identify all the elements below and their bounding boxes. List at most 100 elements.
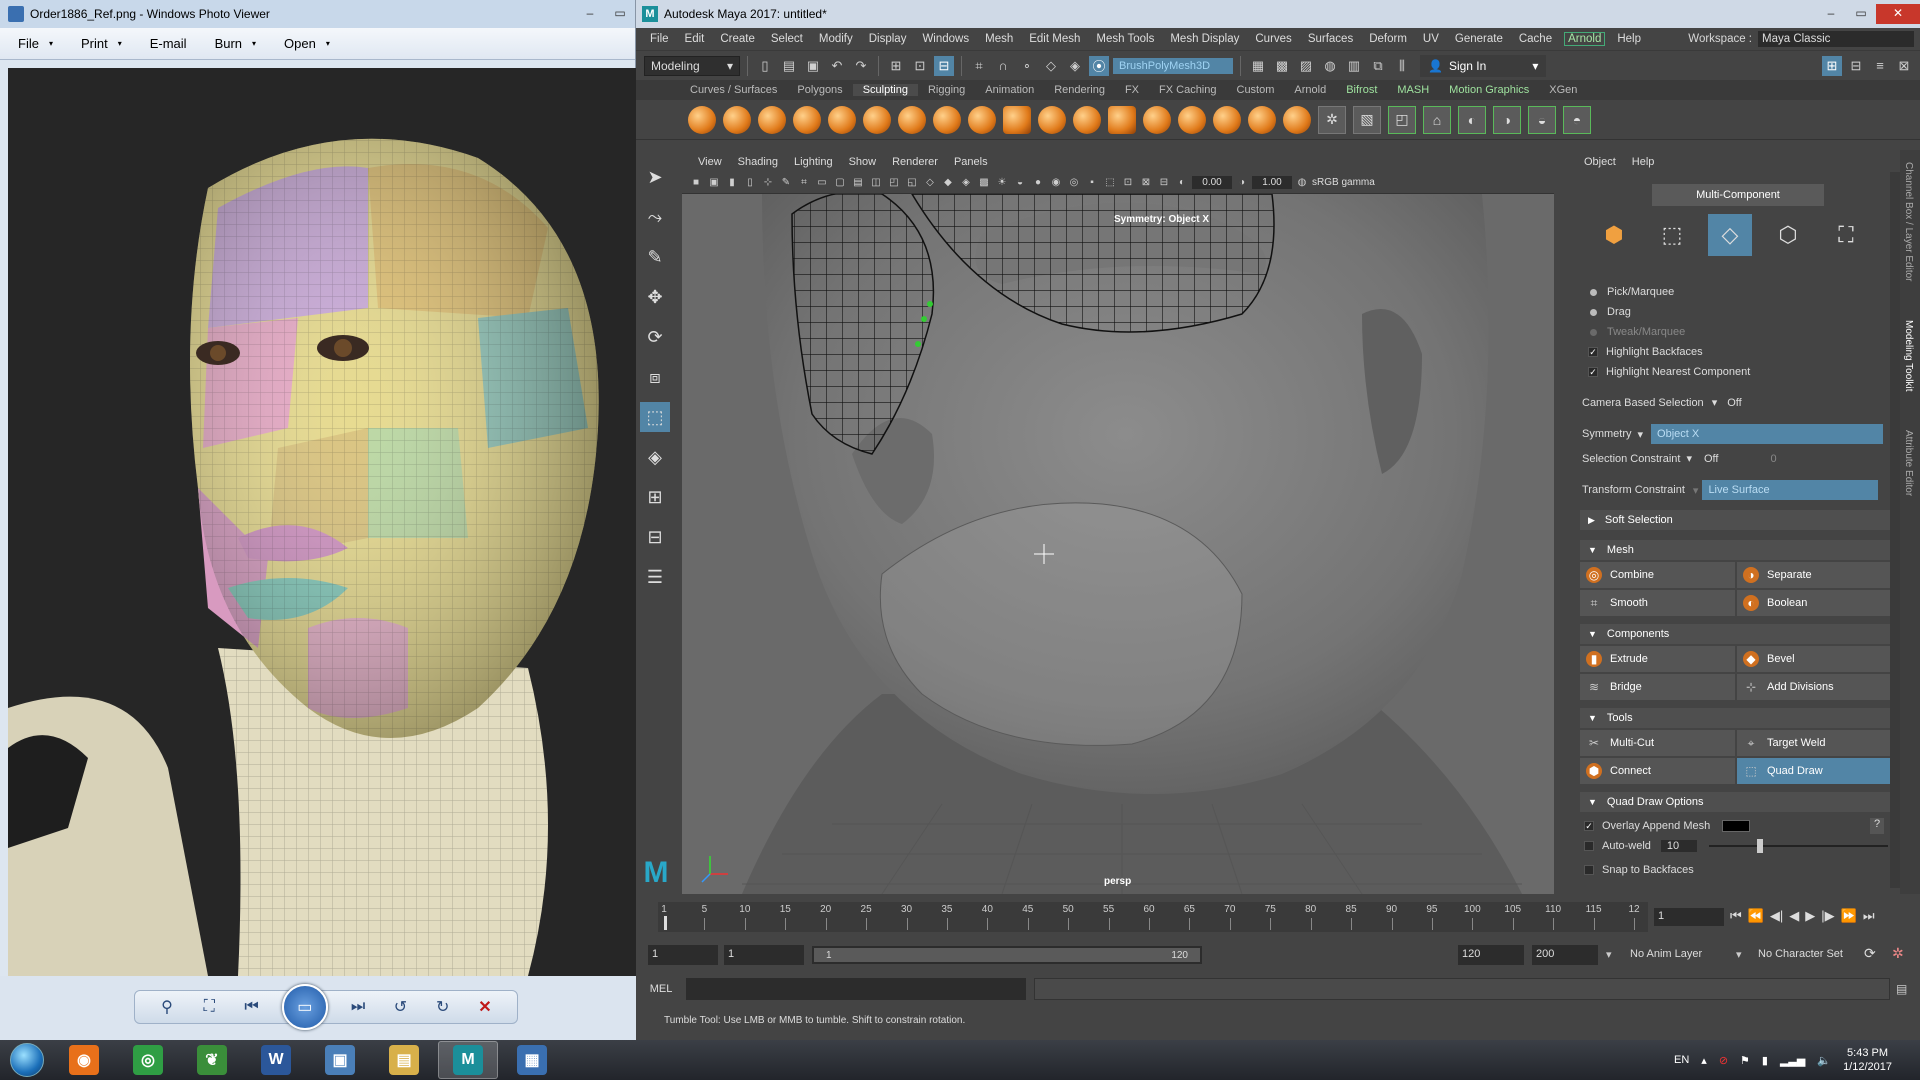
- menu-display[interactable]: Display: [861, 33, 915, 45]
- attribute-editor-tab[interactable]: Attribute Editor: [1903, 430, 1914, 496]
- volume-icon[interactable]: 🔈: [1817, 1054, 1831, 1067]
- open-scene-icon[interactable]: ▤: [779, 56, 799, 76]
- gamma-icon[interactable]: ◑: [1234, 175, 1250, 191]
- maximize-button[interactable]: ▭: [605, 4, 635, 24]
- shape-editor-icon[interactable]: ⌂: [1423, 105, 1451, 134]
- pick-marquee-option[interactable]: Pick/Marquee: [1572, 286, 1900, 298]
- taskbar-app-remote[interactable]: ▣: [310, 1041, 370, 1079]
- undo-icon[interactable]: ↶: [827, 56, 847, 76]
- pose-editor-icon[interactable]: ◐: [1458, 105, 1486, 134]
- tool-settings-toggle-icon[interactable]: ≡: [1870, 56, 1890, 76]
- imprint-tool-icon[interactable]: [1003, 105, 1031, 134]
- chevron-down-icon[interactable]: ▾: [1606, 948, 1612, 961]
- snap-curve-icon[interactable]: ∩: [993, 56, 1013, 76]
- current-time-indicator[interactable]: [664, 916, 667, 930]
- scale-tool-icon[interactable]: ⧈: [640, 362, 670, 392]
- minimize-button[interactable]: –: [575, 4, 605, 24]
- shelf-tab-fx[interactable]: FX: [1115, 84, 1149, 96]
- shelf-tab-bifrost[interactable]: Bifrost: [1336, 84, 1387, 96]
- command-input[interactable]: [686, 978, 1026, 1000]
- film-gate-icon[interactable]: ▭: [814, 175, 830, 191]
- shelf-tab-custom[interactable]: Custom: [1227, 84, 1285, 96]
- zoom-icon[interactable]: ⚲: [155, 995, 179, 1019]
- sculpt-tool-icon[interactable]: [688, 105, 716, 134]
- tools-section[interactable]: ▼ Tools: [1580, 708, 1892, 728]
- single-perspective-layout-icon[interactable]: ◈: [640, 442, 670, 472]
- safe-title-icon[interactable]: ◱: [904, 175, 920, 191]
- shelf-tab-rigging[interactable]: Rigging: [918, 84, 975, 96]
- mesh-section[interactable]: ▼ Mesh: [1580, 540, 1892, 560]
- menu-arnold[interactable]: Arnold: [1564, 32, 1606, 46]
- network-icon[interactable]: ▂▃▅: [1780, 1054, 1805, 1067]
- attribute-editor-toggle-icon[interactable]: ⊟: [1846, 56, 1866, 76]
- boolean-button[interactable]: ◐ Boolean: [1737, 590, 1892, 616]
- isolate-select-icon[interactable]: ⬚: [1102, 175, 1118, 191]
- tweak-marquee-option[interactable]: Tweak/Marquee: [1572, 326, 1900, 338]
- menu-create[interactable]: Create: [712, 33, 763, 45]
- color-management-icon[interactable]: ◍: [1294, 175, 1310, 191]
- delete-icon[interactable]: ✕: [473, 995, 497, 1019]
- ambient-occlusion-icon[interactable]: ●: [1030, 175, 1046, 191]
- chevron-down-icon[interactable]: ▾: [1686, 452, 1692, 465]
- xray-components-icon[interactable]: ⊟: [1156, 175, 1172, 191]
- resolution-gate-icon[interactable]: ▢: [832, 175, 848, 191]
- select-camera-icon[interactable]: ■: [688, 175, 704, 191]
- color-space-label[interactable]: sRGB gamma: [1312, 177, 1375, 188]
- highlight-nearest-checkbox[interactable]: ✓ Highlight Nearest Component: [1572, 366, 1900, 378]
- power-icon[interactable]: ▮: [1762, 1054, 1768, 1067]
- security-icon[interactable]: ⊘: [1719, 1054, 1728, 1067]
- toolkit-scrollbar[interactable]: [1890, 172, 1900, 888]
- shelf-tab-xgen[interactable]: XGen: [1539, 84, 1587, 96]
- quad-draw-tool-icon[interactable]: ⬚: [640, 402, 670, 432]
- command-language-label[interactable]: MEL: [636, 983, 686, 995]
- auto-weld-field[interactable]: 10: [1660, 840, 1697, 852]
- redo-icon[interactable]: ↷: [851, 56, 871, 76]
- selection-constraint-value[interactable]: Off: [1704, 453, 1718, 465]
- add-target-icon[interactable]: ◑: [1493, 105, 1521, 134]
- clock[interactable]: 5:43 PM 1/12/2017: [1843, 1046, 1892, 1074]
- bridge-button[interactable]: ≋ Bridge: [1580, 674, 1735, 700]
- menu-modify[interactable]: Modify: [811, 33, 861, 45]
- animation-preferences-icon[interactable]: ✲: [1892, 945, 1904, 962]
- render-view-icon[interactable]: ▦: [1248, 56, 1268, 76]
- select-object-icon[interactable]: ⊡: [910, 56, 930, 76]
- freeze-tool-icon[interactable]: [1283, 105, 1311, 134]
- knife-tool-icon[interactable]: [1143, 105, 1171, 134]
- auto-weld-slider[interactable]: [1708, 839, 1888, 853]
- flatten-tool-icon[interactable]: [863, 105, 891, 134]
- go-to-start-icon[interactable]: ⏮: [1730, 908, 1742, 924]
- gamma-field[interactable]: 1.00: [1252, 176, 1292, 189]
- separate-button[interactable]: ◑ Separate: [1737, 562, 1892, 588]
- menu-surfaces[interactable]: Surfaces: [1300, 33, 1361, 45]
- ipr-render-icon[interactable]: ▨: [1296, 56, 1316, 76]
- menu-mesh-tools[interactable]: Mesh Tools: [1088, 33, 1162, 45]
- xray-joints-icon[interactable]: ⊠: [1138, 175, 1154, 191]
- move-tool-icon[interactable]: ✥: [640, 282, 670, 312]
- shelf-tab-rendering[interactable]: Rendering: [1044, 84, 1115, 96]
- auto-weld-checkbox[interactable]: [1584, 841, 1594, 851]
- slider-handle[interactable]: [1756, 839, 1763, 853]
- motion-blur-icon[interactable]: ◉: [1048, 175, 1064, 191]
- soft-selection-section[interactable]: ▶ Soft Selection: [1580, 510, 1892, 530]
- actual-size-icon[interactable]: ⛶: [197, 995, 221, 1019]
- overlay-append-checkbox[interactable]: ✓: [1584, 821, 1594, 831]
- make-live-icon[interactable]: ⦿: [1089, 55, 1109, 76]
- next-icon[interactable]: ⏭: [346, 995, 370, 1019]
- quad-draw-options-section[interactable]: ▼ Quad Draw Options: [1580, 792, 1892, 812]
- perspective-viewport[interactable]: View Shading Lighting Show Renderer Pane…: [682, 152, 1554, 894]
- cluster-deformer-icon[interactable]: ◓: [1563, 105, 1591, 134]
- grease-pencil-icon[interactable]: ✎: [778, 175, 794, 191]
- anim-layer-dropdown[interactable]: No Anim Layer: [1630, 948, 1702, 960]
- panel-menu-lighting[interactable]: Lighting: [786, 156, 841, 168]
- shelf-tab-animation[interactable]: Animation: [975, 84, 1044, 96]
- rotate-tool-icon[interactable]: ⟳: [640, 322, 670, 352]
- hypershade-icon[interactable]: ▥: [1344, 56, 1364, 76]
- shelf-tab-sculpting[interactable]: Sculpting: [852, 84, 918, 96]
- panel-menu-renderer[interactable]: Renderer: [884, 156, 946, 168]
- menu-generate[interactable]: Generate: [1447, 33, 1511, 45]
- camera-attributes-icon[interactable]: ▣: [706, 175, 722, 191]
- taskbar-app-firefox[interactable]: ◉: [54, 1041, 114, 1079]
- menu-uv[interactable]: UV: [1415, 33, 1447, 45]
- help-button[interactable]: ?: [1870, 818, 1884, 834]
- lights-icon[interactable]: ☀: [994, 175, 1010, 191]
